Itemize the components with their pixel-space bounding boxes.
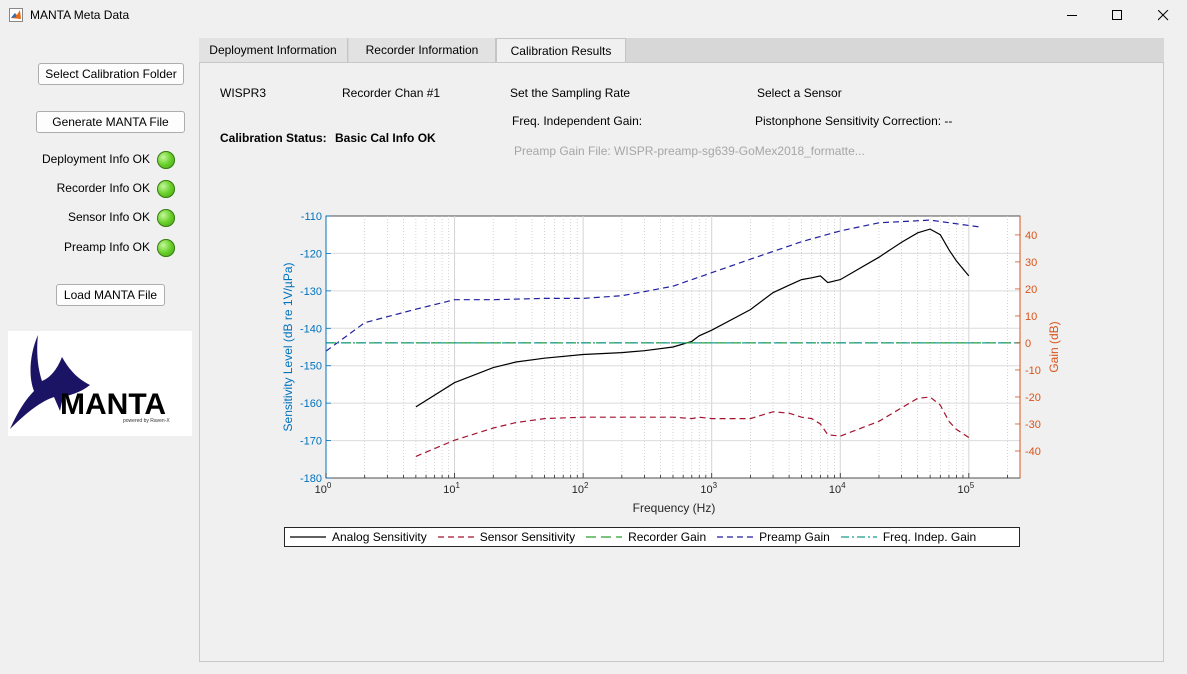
preamp-gain-file-label: Preamp Gain File: WISPR-preamp-sg639-GoM… [514, 144, 865, 158]
recorder-status-light [157, 180, 175, 198]
close-icon [1157, 10, 1168, 21]
legend-label: Freq. Indep. Gain [882, 530, 977, 544]
deployment-info-label: Deployment Info OK [41, 152, 150, 166]
legend-item: Analog Sensitivity [289, 530, 427, 544]
legend-item: Recorder Gain [585, 530, 706, 544]
manta-logo-graphic: MANTA powered by Raven-X [10, 335, 170, 429]
calibration-status-label: Calibration Status: [220, 131, 327, 145]
legend-swatch [586, 536, 623, 538]
matlab-app-icon [9, 8, 23, 22]
generate-manta-file-button[interactable]: Generate MANTA File [36, 111, 185, 133]
calibration-status-value: Basic Cal Info OK [335, 131, 436, 145]
load-manta-file-button[interactable]: Load MANTA File [56, 284, 165, 306]
freq-independent-gain-label: Freq. Independent Gain: [512, 114, 643, 128]
logo-text: MANTA [60, 388, 166, 421]
close-button[interactable] [1140, 0, 1186, 31]
title-bar: MANTA Meta Data [0, 0, 1187, 31]
legend-swatch [840, 536, 877, 538]
preamp-info-label: Preamp Info OK [63, 240, 150, 254]
minimize-button[interactable] [1049, 0, 1095, 31]
legend-label: Sensor Sensitivity [479, 530, 576, 544]
sensor-info-label: Sensor Info OK [67, 210, 150, 224]
legend-label: Preamp Gain [759, 530, 830, 544]
sensor-select-label: Select a Sensor [757, 86, 842, 100]
manta-logo: MANTA powered by Raven-X [8, 331, 192, 436]
legend-label: Recorder Gain [628, 530, 707, 544]
maximize-button[interactable] [1094, 0, 1140, 31]
legend-item: Preamp Gain [716, 530, 830, 544]
tab-recorder-information[interactable]: Recorder Information [349, 38, 496, 62]
preamp-status-light [157, 239, 175, 257]
logo-subtext: powered by Raven-X [123, 418, 170, 424]
select-calibration-folder-button[interactable]: Select Calibration Folder [38, 63, 184, 85]
legend-swatch [717, 536, 754, 538]
sampling-rate-label: Set the Sampling Rate [510, 86, 631, 100]
chart-legend: Analog Sensitivity Sensor Sensitivity Reco… [284, 527, 1020, 547]
minimize-icon [1066, 15, 1077, 16]
window-title: MANTA Meta Data [30, 8, 130, 22]
legend-swatch [290, 536, 326, 538]
recorder-model-label: WISPR3 [220, 86, 267, 100]
maximize-icon [1111, 10, 1122, 20]
legend-item: Sensor Sensitivity [437, 530, 575, 544]
recorder-info-label: Recorder Info OK [56, 181, 150, 195]
pistonphone-correction-label: Pistonphone Sensitivity Correction: -- [755, 114, 953, 128]
legend-label: Analog Sensitivity [332, 530, 427, 544]
sensor-status-light [157, 209, 175, 227]
recorder-channel-label: Recorder Chan #1 [342, 86, 441, 100]
deployment-status-light [157, 151, 175, 169]
tab-calibration-results[interactable]: Calibration Results [496, 38, 626, 63]
tab-deployment-information[interactable]: Deployment Information [199, 38, 348, 62]
legend-item: Freq. Indep. Gain [840, 530, 976, 544]
legend-swatch [437, 536, 474, 538]
